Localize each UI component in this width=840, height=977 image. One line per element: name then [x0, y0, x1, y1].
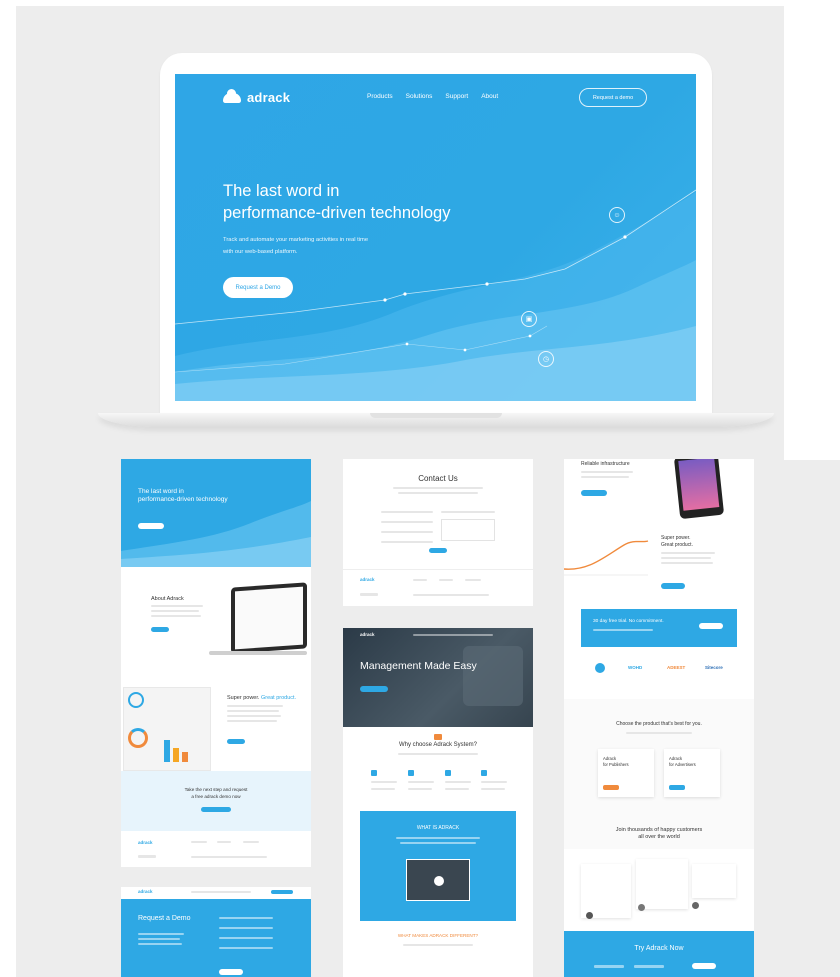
- brand-sitecore: Sitecore: [705, 665, 723, 670]
- site-logo[interactable]: adrack: [223, 88, 291, 105]
- thumb-products-adv-line-1: Adrack: [669, 756, 683, 761]
- brand-logo-circle-icon: [595, 663, 605, 673]
- user-icon: ☺: [609, 207, 625, 223]
- thumb-home-super-text: Super power.: [227, 695, 260, 701]
- cloud-logo-icon: [223, 88, 241, 103]
- nav-products[interactable]: Products: [367, 93, 393, 100]
- thumb-products-reliable-title: Reliable infrastructure: [581, 461, 630, 467]
- thumb-products-try-title: Try Adrack Now: [634, 945, 684, 952]
- hero-title: The last word in performance-driven tech…: [223, 180, 523, 224]
- thumb-products-pub-line-1: Adrack: [603, 756, 617, 761]
- thumb-home-about-title: About Adrack: [151, 596, 184, 602]
- thumb-products-super-line-2: Great product.: [661, 542, 693, 548]
- thumb-home-cta-line-1: Take the next step and request: [184, 787, 248, 792]
- request-demo-hero-button[interactable]: Request a Demo: [223, 277, 293, 298]
- thumb-system-badge-icon: [434, 734, 442, 740]
- thumb-products-trial-button[interactable]: [699, 623, 723, 629]
- hero-subtitle-line-1: Track and automate your marketing activi…: [223, 237, 369, 243]
- avatar: [638, 904, 645, 911]
- thumb-home-cta-band: Take the next step and request a free ad…: [121, 771, 311, 831]
- laptop-screen: adrack Products Solutions Support About …: [175, 74, 696, 401]
- thumb-products-trial-text: 30 day free trial. No commitment.: [593, 619, 664, 624]
- thumb-products-pub-button[interactable]: [603, 785, 619, 790]
- thumb-products-adv-button[interactable]: [669, 785, 685, 790]
- thumb-products-tablet: [673, 459, 725, 520]
- thumb-home-cta-line-2: a free adrack demo now: [191, 794, 241, 799]
- thumb-home-laptop: [231, 582, 307, 654]
- thumb-home-super-button[interactable]: [227, 739, 245, 744]
- thumb-system-different-title: WHAT MAKES ADRACK DIFFERENT?: [397, 933, 479, 938]
- brand-adeest: ADEEST: [667, 665, 686, 670]
- hero-title-line-2: performance-driven technology: [223, 204, 451, 222]
- thumb-system-video[interactable]: [406, 859, 470, 901]
- hero-title-line-1: The last word in: [223, 182, 340, 200]
- thumb-home-wave: [121, 501, 311, 567]
- thumb-products-reliable-button[interactable]: [581, 490, 607, 496]
- thumb-products-trial-band: 30 day free trial. No commitment.: [581, 609, 737, 647]
- nav-support[interactable]: Support: [445, 93, 468, 100]
- thumb-home-cta-button[interactable]: [201, 807, 231, 812]
- thumbnail-products-page: Reliable infrastructure Super power. Gre…: [564, 459, 754, 977]
- thumb-home-super-title: Super power. Great product.: [227, 695, 296, 701]
- thumb-home-hero-line-2: performance-driven technology: [138, 496, 228, 503]
- thumb-home-hero-line-1: The last word in: [138, 488, 184, 495]
- thumb-products-advertisers-card[interactable]: Adrack for Advertisers: [664, 749, 720, 797]
- thumbnail-system-page: adrack Management Made Easy Why choose A…: [343, 628, 533, 977]
- thumb-system-hero-button[interactable]: [360, 686, 388, 692]
- request-demo-nav-button[interactable]: Request a demo: [579, 88, 647, 107]
- thumb-system-hero-title: Management Made Easy: [360, 660, 477, 672]
- image-icon: ▣: [521, 311, 537, 327]
- thumb-products-adv-line-2: for Advertisers: [669, 762, 696, 767]
- thumb-home-about-button[interactable]: [151, 627, 169, 632]
- thumb-contact-title: Contact Us: [418, 474, 458, 483]
- thumb-system-what-band: WHAT IS ADRACK: [360, 811, 516, 921]
- clock-icon: ◷: [538, 351, 554, 367]
- thumb-request-nav-button[interactable]: [271, 890, 293, 894]
- thumb-products-super-line-1: Super power.: [661, 535, 691, 541]
- thumb-products-join-line-1: Join thousands of happy customers: [615, 827, 703, 833]
- nav-solutions[interactable]: Solutions: [406, 93, 433, 100]
- thumb-products-pub-line-2: for Publishers: [603, 762, 629, 767]
- thumb-home-hero: The last word in performance-driven tech…: [121, 459, 311, 567]
- thumb-home-footer-logo: adrack: [138, 840, 153, 845]
- gallery-background-extension: [784, 460, 840, 977]
- thumbnail-home-page: The last word in performance-driven tech…: [121, 459, 311, 867]
- thumb-products-try-button[interactable]: [692, 963, 716, 969]
- testimonial-card-1: [581, 864, 631, 918]
- thumb-contact-footer-logo: adrack: [360, 577, 375, 582]
- thumb-system-hero: adrack Management Made Easy: [343, 628, 533, 727]
- thumb-products-publishers-card[interactable]: Adrack for Publishers: [598, 749, 654, 797]
- testimonial-card-3: [692, 864, 736, 898]
- hero-subtitle: Track and automate your marketing activi…: [223, 234, 393, 258]
- thumb-products-join-line-2: all over the world: [638, 834, 680, 840]
- thumb-home-super-accent: Great product.: [260, 695, 297, 701]
- thumbnail-contact-us: Contact Us adrack: [343, 459, 533, 606]
- thumb-system-logo: adrack: [360, 632, 375, 637]
- play-icon[interactable]: [434, 876, 444, 886]
- testimonial-card-2: [636, 859, 688, 909]
- thumb-system-why-title: Why choose Adrack System?: [398, 742, 478, 748]
- thumb-request-submit[interactable]: [219, 969, 243, 975]
- thumb-request-hero: Request a Demo: [121, 899, 311, 977]
- nav-about[interactable]: About: [481, 93, 498, 100]
- thumb-home-dashboard: [123, 687, 211, 771]
- thumb-products-curve: [564, 540, 649, 576]
- thumb-system-what-title: WHAT IS ADRACK: [416, 825, 460, 831]
- laptop-notch: [370, 413, 502, 418]
- brand-wohd: WOHD: [628, 665, 643, 670]
- thumb-products-super-button[interactable]: [661, 583, 685, 589]
- hero-subtitle-line-2: with our web-based platform.: [223, 249, 298, 255]
- thumb-contact-submit[interactable]: [429, 548, 447, 553]
- thumb-request-logo: adrack: [138, 889, 153, 894]
- thumb-products-choose-title: Choose the product that's best for you.: [616, 721, 702, 727]
- avatar: [692, 902, 699, 909]
- main-nav: Products Solutions Support About: [367, 93, 498, 100]
- avatar: [586, 912, 593, 919]
- thumb-products-choose-section: Choose the product that's best for you. …: [564, 699, 754, 849]
- logo-text: adrack: [247, 90, 291, 105]
- thumbnail-request-demo: adrack Request a Demo: [121, 887, 311, 977]
- thumb-home-hero-button[interactable]: [138, 523, 164, 529]
- thumb-products-try-band: Try Adrack Now: [564, 931, 754, 977]
- thumb-request-title: Request a Demo: [138, 915, 191, 922]
